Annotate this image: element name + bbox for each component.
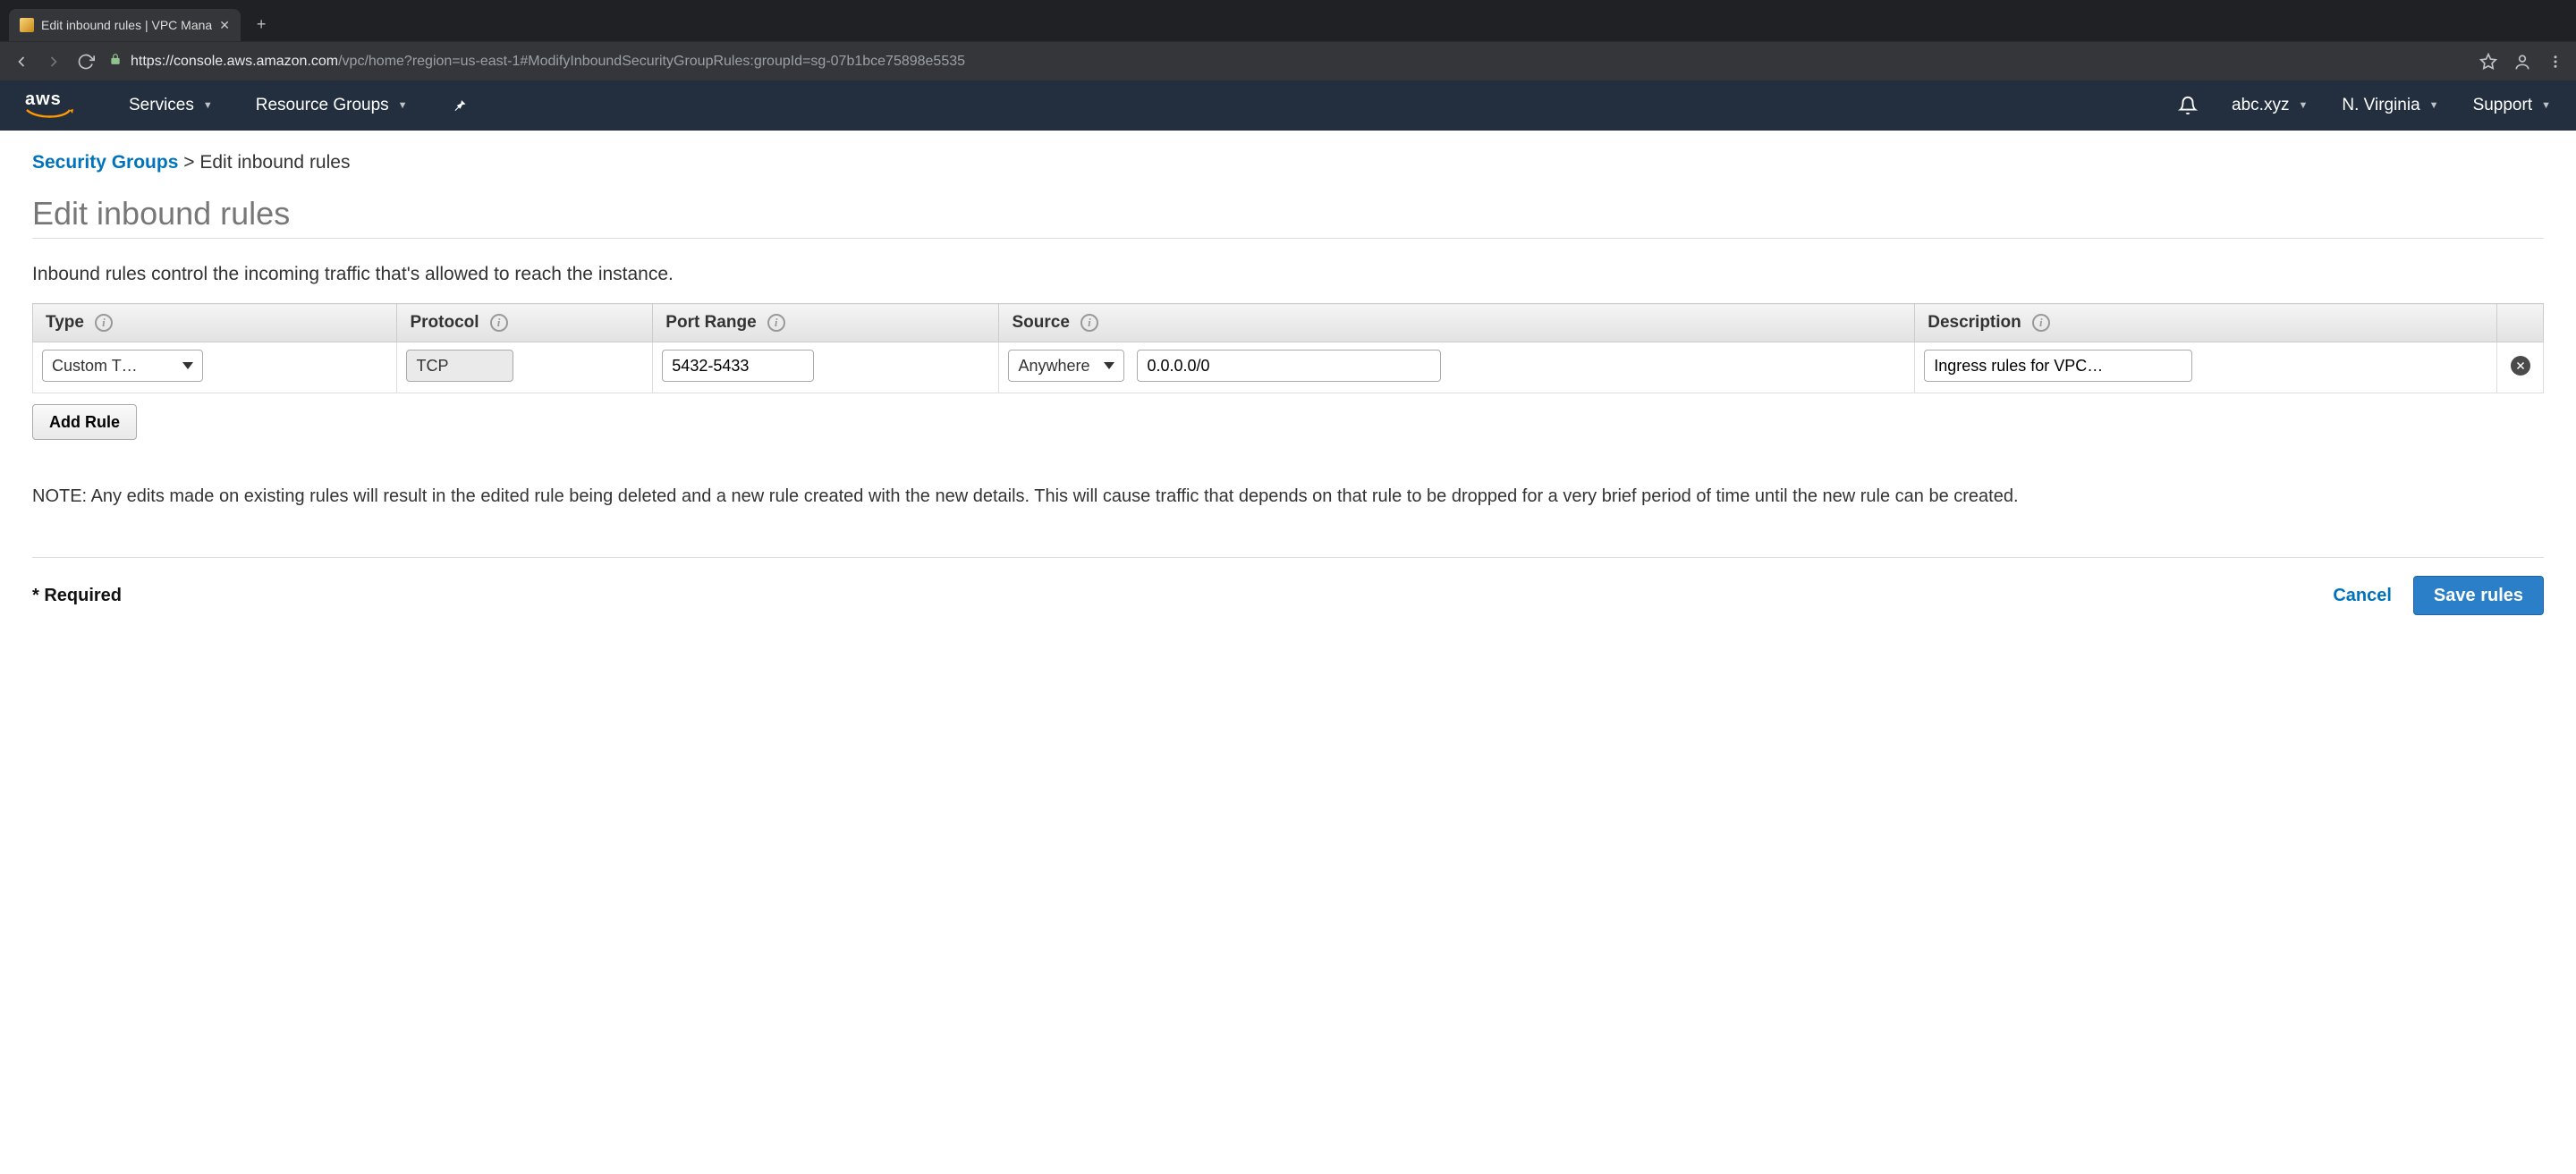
nav-account[interactable]: abc.xyz ▼ — [2232, 96, 2308, 115]
save-rules-button[interactable]: Save rules — [2413, 576, 2544, 615]
nav-resource-groups-label: Resource Groups — [256, 96, 389, 115]
rule-port-value[interactable] — [672, 357, 804, 376]
cancel-button[interactable]: Cancel — [2333, 586, 2392, 606]
tab-title: Edit inbound rules | VPC Mana — [41, 18, 212, 32]
rule-protocol-field: TCP — [406, 350, 513, 382]
rule-source-cidr-value[interactable] — [1147, 357, 1431, 376]
required-label: * Required — [32, 586, 122, 606]
chevron-down-icon: ▼ — [203, 100, 213, 111]
rule-description-input[interactable] — [1924, 350, 2192, 382]
chevron-down-icon: ▼ — [2429, 100, 2439, 111]
nav-account-label: abc.xyz — [2232, 96, 2289, 115]
new-tab-button[interactable]: + — [246, 8, 277, 41]
add-rule-button[interactable]: Add Rule — [32, 404, 137, 440]
rule-type-select[interactable]: Custom T… — [42, 350, 203, 382]
intro-text: Inbound rules control the incoming traff… — [32, 264, 2544, 285]
browser-chrome: Edit inbound rules | VPC Mana ✕ + https:… — [0, 0, 2576, 80]
kebab-menu-icon[interactable] — [2547, 54, 2563, 70]
aws-top-nav: aws Services ▼ Resource Groups ▼ abc.xyz… — [0, 80, 2576, 131]
col-header-source: Sourcei — [999, 304, 1915, 342]
page: Security Groups > Edit inbound rules Edi… — [0, 131, 2576, 530]
col-header-protocol: Protocoli — [397, 304, 653, 342]
reload-button[interactable] — [77, 53, 95, 71]
rule-port-input[interactable] — [662, 350, 814, 382]
col-header-port: Port Rangei — [653, 304, 999, 342]
nav-resource-groups[interactable]: Resource Groups ▼ — [256, 96, 408, 115]
page-title: Edit inbound rules — [32, 195, 2544, 239]
aws-favicon-icon — [20, 18, 34, 32]
chevron-down-icon — [182, 362, 193, 369]
nav-support[interactable]: Support ▼ — [2473, 96, 2551, 115]
lock-icon — [109, 53, 122, 70]
url-path: /vpc/home?region=us-east-1#ModifyInbound… — [338, 54, 965, 69]
col-header-type: Typei — [33, 304, 397, 342]
nav-region-label: N. Virginia — [2342, 96, 2419, 115]
forward-button[interactable] — [45, 53, 63, 71]
nav-support-label: Support — [2473, 96, 2533, 115]
info-icon[interactable]: i — [1080, 314, 1098, 332]
rule-source-preset-select[interactable]: Anywhere — [1008, 350, 1124, 382]
table-row: Custom T… TCP A — [33, 342, 2544, 393]
footer-bar: * Required Cancel Save rules — [32, 557, 2544, 651]
rule-description-value[interactable] — [1934, 357, 2182, 376]
aws-logo-text: aws — [25, 90, 62, 108]
note-text: NOTE: Any edits made on existing rules w… — [32, 485, 2544, 509]
rule-type-value: Custom T… — [52, 357, 138, 376]
rules-table: Typei Protocoli Port Rangei Sourcei Desc… — [32, 303, 2544, 393]
nav-services-label: Services — [129, 96, 194, 115]
notifications-bell-icon[interactable] — [2178, 96, 2198, 115]
breadcrumb-sep: > — [183, 152, 199, 173]
rule-protocol-value: TCP — [416, 357, 448, 376]
breadcrumb-parent-link[interactable]: Security Groups — [32, 152, 178, 173]
profile-icon[interactable] — [2513, 53, 2531, 71]
rule-source-preset-value: Anywhere — [1018, 357, 1089, 376]
info-icon[interactable]: i — [490, 314, 508, 332]
info-icon[interactable]: i — [2032, 314, 2050, 332]
close-tab-icon[interactable]: ✕ — [219, 18, 230, 33]
aws-logo[interactable]: aws — [25, 90, 75, 121]
breadcrumb: Security Groups > Edit inbound rules — [32, 152, 2544, 173]
url-origin: https://console.aws.amazon.com — [131, 54, 338, 69]
back-button[interactable] — [13, 53, 30, 71]
chevron-down-icon — [1104, 362, 1114, 369]
info-icon[interactable]: i — [95, 314, 113, 332]
browser-tab[interactable]: Edit inbound rules | VPC Mana ✕ — [9, 9, 241, 41]
nav-pin-icon[interactable] — [451, 97, 467, 114]
nav-region[interactable]: N. Virginia ▼ — [2342, 96, 2438, 115]
remove-rule-button[interactable] — [2511, 356, 2530, 376]
chevron-down-icon: ▼ — [2541, 100, 2551, 111]
info-icon[interactable]: i — [767, 314, 785, 332]
url-field[interactable]: https://console.aws.amazon.com/vpc/home?… — [109, 53, 2465, 70]
chevron-down-icon: ▼ — [2298, 100, 2308, 111]
col-header-description: Descriptioni — [1915, 304, 2497, 342]
col-header-remove — [2497, 304, 2544, 342]
breadcrumb-current: Edit inbound rules — [199, 152, 350, 173]
nav-services[interactable]: Services ▼ — [129, 96, 213, 115]
tab-strip: Edit inbound rules | VPC Mana ✕ + — [0, 0, 2576, 41]
chevron-down-icon: ▼ — [398, 100, 408, 111]
address-bar: https://console.aws.amazon.com/vpc/home?… — [0, 41, 2576, 80]
aws-smile-icon — [25, 108, 75, 121]
rule-source-cidr-input[interactable] — [1137, 350, 1441, 382]
bookmark-star-icon[interactable] — [2479, 53, 2497, 71]
